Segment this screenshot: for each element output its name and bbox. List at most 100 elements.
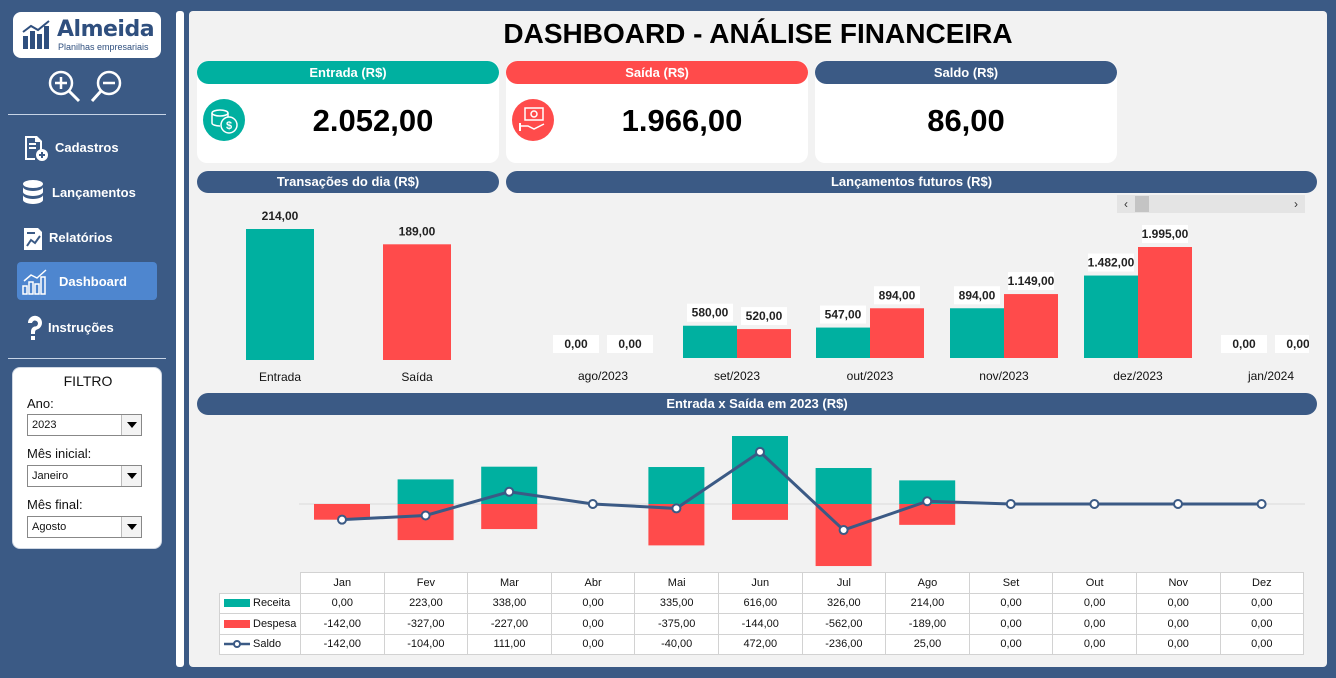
table-row-despesa: Despesa -142,00 -327,00 -227,00 0,00 -37…	[219, 613, 1305, 635]
saldo-point	[504, 486, 515, 497]
table-cell: 0,00	[1135, 592, 1221, 614]
data-label: 0,00	[1286, 337, 1309, 351]
kpi-saldo-value: 86,00	[927, 103, 1005, 138]
data-label: 894,00	[959, 288, 996, 302]
category-label: jan/2024	[1247, 369, 1294, 383]
kpi-saldo-card: Saldo (R$) 86,00	[815, 61, 1117, 163]
month-header: Out	[1052, 572, 1137, 594]
bar	[246, 229, 314, 360]
saldo-legend-swatch	[224, 640, 250, 649]
sidebar-item-dashboard[interactable]: Dashboard	[17, 262, 157, 300]
data-label: 1.149,00	[1008, 274, 1055, 288]
database-icon	[23, 180, 43, 204]
data-label: 520,00	[746, 309, 783, 323]
category-label: set/2023	[714, 369, 760, 383]
zoom-out-icon[interactable]	[90, 68, 126, 104]
coins-icon: $	[203, 99, 245, 141]
register-icon	[25, 136, 48, 161]
month-header: Nov	[1135, 572, 1221, 594]
filter-panel: FILTRO Ano: 2023 Mês inicial: Janeiro Mê…	[12, 367, 162, 549]
sidebar-item-instrucoes[interactable]: Instruções	[17, 308, 157, 346]
data-label: 0,00	[564, 337, 588, 351]
mes-final-select[interactable]: Agosto	[27, 516, 142, 538]
anual-chart	[299, 436, 1305, 567]
table-cell: 0,00	[968, 592, 1054, 614]
table-cell: -236,00	[801, 633, 887, 655]
table-cell: 0,00	[300, 592, 385, 614]
ano-select[interactable]: 2023	[27, 414, 142, 436]
mes-final-label: Mês final:	[27, 497, 83, 512]
mes-inicial-label: Mês inicial:	[27, 446, 92, 461]
kpi-entrada-value: 2.052,00	[312, 103, 434, 138]
bar-chart-logo-icon	[22, 20, 50, 49]
receita-bar	[815, 468, 872, 504]
chevron-down-icon[interactable]	[121, 517, 141, 537]
table-cell: 0,00	[1219, 592, 1305, 614]
month-header: Mar	[467, 572, 552, 594]
kpi-saida-label: Saída (R$)	[506, 61, 808, 84]
category-label: dez/2023	[1113, 369, 1163, 383]
mes-inicial-select[interactable]: Janeiro	[27, 465, 142, 487]
month-header: Set	[968, 572, 1054, 594]
bar	[1138, 247, 1192, 358]
table-cell: 0,00	[1052, 613, 1137, 635]
table-cell: -40,00	[634, 633, 719, 655]
kpi-saldo-label: Saldo (R$)	[815, 61, 1117, 84]
data-label: 547,00	[825, 308, 862, 322]
saldo-point	[337, 514, 347, 525]
despesa-bar	[732, 504, 788, 520]
section-transacoes-header: Transações do dia (R$)	[197, 171, 499, 193]
sidebar-item-label: Lançamentos	[52, 185, 136, 200]
table-cell: 616,00	[717, 592, 803, 614]
kpi-saida-value: 1.966,00	[621, 103, 743, 138]
kpi-entrada-label: Entrada (R$)	[197, 61, 499, 84]
saldo-point	[755, 446, 765, 457]
panel-divider	[176, 11, 184, 667]
saldo-point	[671, 503, 682, 514]
category-label: ago/2023	[578, 369, 628, 383]
month-header: Jul	[801, 572, 887, 594]
sidebar-item-relatorios[interactable]: Relatórios	[17, 218, 157, 256]
brand-logo[interactable]: Almeida Planilhas empresariais	[13, 12, 161, 58]
data-label: 0,00	[1232, 337, 1256, 351]
anual-data-table: Jan Fev Mar Abr Mai Jun Jul Ago Set Out …	[219, 572, 1305, 655]
zoom-in-icon[interactable]	[46, 68, 82, 104]
category-label: out/2023	[847, 369, 894, 383]
category-label: Entrada	[259, 370, 301, 384]
data-label: 580,00	[692, 306, 729, 320]
table-cell: 111,00	[467, 633, 552, 655]
row-label: Despesa	[253, 617, 297, 630]
table-cell: -375,00	[634, 613, 719, 635]
table-cell: 0,00	[1052, 592, 1137, 614]
page-title: DASHBOARD - ANÁLISE FINANCEIRA	[503, 18, 1013, 49]
table-cell: 25,00	[885, 633, 970, 655]
table-cell: 0,00	[1052, 633, 1137, 655]
table-cell: 0,00	[968, 613, 1054, 635]
despesa-legend-swatch	[224, 619, 250, 628]
table-cell: -327,00	[383, 613, 469, 635]
sidebar-item-lancamentos[interactable]: Lançamentos	[17, 173, 157, 211]
saldo-line	[341, 449, 1262, 532]
brand-subtitle: Planilhas empresariais	[58, 42, 149, 52]
table-cell: -189,00	[885, 613, 970, 635]
saldo-point	[838, 525, 849, 536]
filter-title: FILTRO	[63, 373, 113, 389]
report-icon	[24, 228, 42, 250]
data-label: 1.482,00	[1088, 256, 1135, 270]
section-futuros-header: Lançamentos futuros (R$)	[506, 171, 1317, 193]
row-label: Saldo	[253, 638, 282, 651]
ano-value: 2023	[32, 419, 57, 431]
sidebar-item-cadastros[interactable]: Cadastros	[17, 128, 157, 166]
saldo-point	[1173, 499, 1183, 509]
category-label: Saída	[401, 370, 433, 384]
table-cell: -144,00	[717, 613, 803, 635]
chevron-down-icon[interactable]	[121, 466, 141, 486]
table-cell: 0,00	[1219, 613, 1305, 635]
bar	[383, 244, 451, 360]
month-header: Mai	[634, 572, 719, 594]
table-cell: -142,00	[300, 613, 385, 635]
dashboard-main: DASHBOARD - ANÁLISE FINANCEIRA Entrada (…	[189, 11, 1327, 667]
bar	[870, 308, 924, 358]
chevron-down-icon[interactable]	[121, 415, 141, 435]
bar	[1004, 294, 1058, 358]
